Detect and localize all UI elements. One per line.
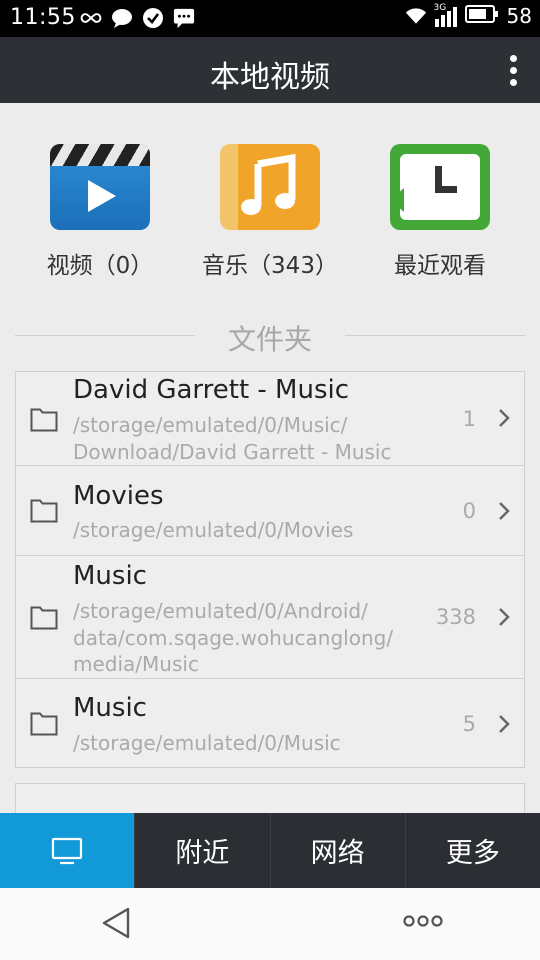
folder-row[interactable]: Movies /storage/emulated/0/Movies 0	[16, 466, 524, 556]
recent-clock-icon	[390, 144, 490, 230]
check-circle-icon	[142, 7, 164, 29]
message-icon	[173, 7, 195, 29]
menu-dot	[509, 66, 517, 74]
bottom-tab-bar: 附近 网络 更多	[0, 813, 540, 888]
chevron-right-icon	[499, 502, 510, 520]
page-title: 本地视频	[210, 60, 330, 95]
system-nav-bar	[0, 888, 540, 960]
back-triangle-icon[interactable]	[100, 906, 132, 940]
title-bar: 本地视频	[0, 37, 540, 103]
folder-name: Movies	[73, 481, 164, 511]
wifi-icon	[405, 5, 427, 27]
folder-count: 0	[462, 499, 476, 523]
chevron-right-icon	[499, 715, 510, 733]
folder-row[interactable]: Music /storage/emulated/0/Android/ data/…	[16, 556, 524, 679]
folder-path: /storage/emulated/0/Music/ Download/Davi…	[73, 413, 392, 464]
folder-name: David Garrett - Music	[73, 375, 350, 405]
folder-icon	[30, 712, 58, 736]
overflow-menu-button[interactable]	[496, 49, 530, 91]
music-note-icon	[220, 144, 320, 230]
more-dots-icon[interactable]	[402, 914, 444, 928]
folder-name: Music	[73, 693, 147, 723]
folder-icon	[30, 408, 58, 432]
folder-count: 338	[435, 605, 476, 629]
signal-3g-icon: 3G	[433, 3, 457, 27]
tab-network[interactable]: 网络	[269, 813, 405, 888]
category-music-label: 音乐（343）	[202, 253, 338, 279]
category-video-label: 视频（0）	[46, 253, 154, 279]
category-recent-label: 最近观看	[394, 253, 486, 279]
folder-count: 1	[462, 407, 476, 431]
folder-icon	[30, 499, 58, 523]
menu-dot	[509, 78, 517, 86]
network-type: 3G	[433, 3, 447, 13]
section-title: 文件夹	[227, 323, 312, 356]
chat-bubble-icon	[111, 7, 133, 29]
tab-nearby[interactable]: 附近	[134, 813, 269, 888]
folder-row[interactable]: Music /storage/emulated/0/Music 5	[16, 679, 524, 767]
folder-list: David Garrett - Music /storage/emulated/…	[15, 371, 525, 768]
chevron-right-icon	[499, 409, 510, 427]
category-music[interactable]: 音乐（343）	[185, 140, 355, 280]
battery-level: 58	[506, 4, 532, 28]
folder-path: /storage/emulated/0/Android/ data/com.sq…	[73, 599, 394, 676]
video-clapper-icon	[50, 144, 150, 230]
folders-section-header: 文件夹	[15, 318, 525, 356]
chevron-right-icon	[499, 608, 510, 626]
folder-row[interactable]: David Garrett - Music /storage/emulated/…	[16, 372, 524, 466]
infinity-icon	[80, 7, 102, 29]
folder-path: /storage/emulated/0/Movies	[73, 518, 354, 542]
category-recent[interactable]: 最近观看	[355, 140, 525, 280]
battery-icon	[464, 5, 499, 27]
divider	[345, 335, 525, 336]
folder-icon	[30, 606, 58, 630]
status-bar: 11:55 3G 58	[0, 0, 540, 37]
category-shortcuts: 视频（0） 音乐（343） 最近观看	[0, 140, 540, 280]
status-time: 11:55	[10, 5, 76, 30]
monitor-icon	[52, 837, 83, 864]
tab-more[interactable]: 更多	[404, 813, 540, 888]
folder-count: 5	[462, 712, 476, 736]
folder-path: /storage/emulated/0/Music	[73, 731, 341, 755]
tab-local-video[interactable]	[0, 813, 135, 888]
category-video[interactable]: 视频（0）	[15, 140, 185, 280]
menu-dot	[509, 54, 517, 62]
folder-name: Music	[73, 561, 147, 591]
